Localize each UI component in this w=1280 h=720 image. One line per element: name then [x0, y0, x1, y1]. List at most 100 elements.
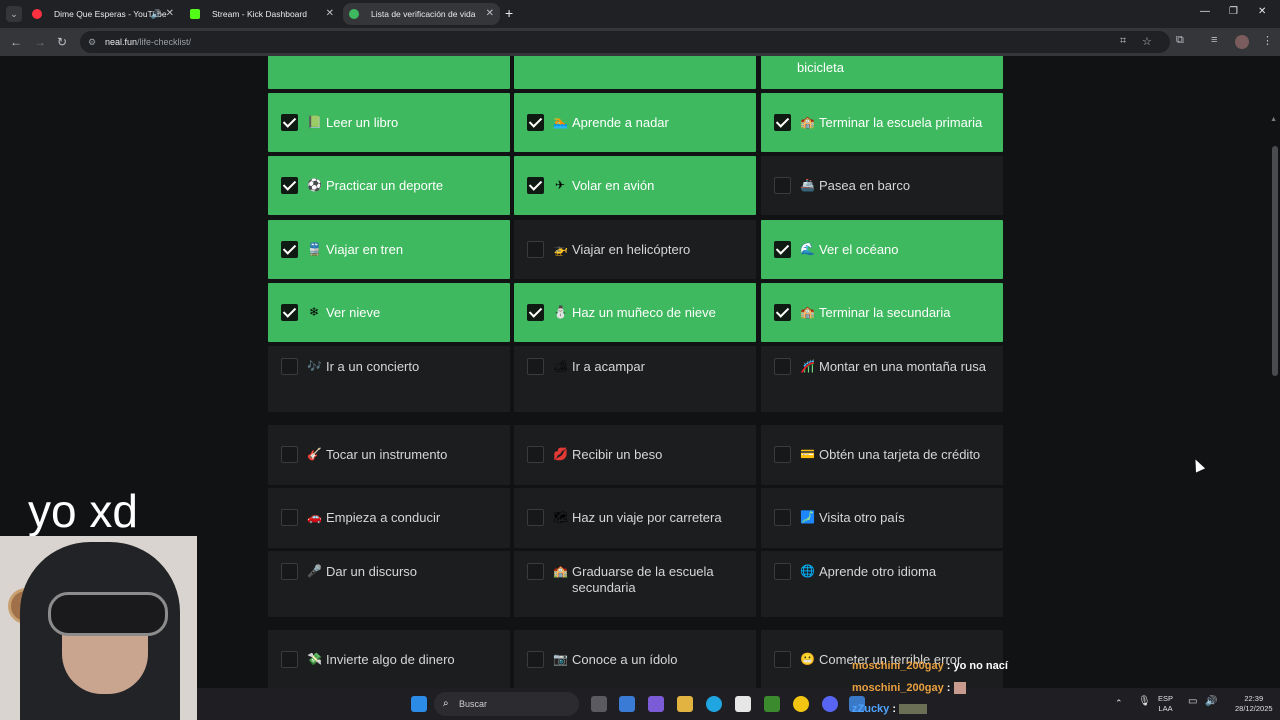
checklist-item[interactable]: 🎸 Tocar un instrumento — [268, 425, 510, 485]
clock[interactable]: 22:39 28/12/2025 — [1235, 694, 1273, 714]
language-indicator[interactable]: ESP LAA — [1158, 694, 1173, 714]
checkbox-checked[interactable] — [281, 114, 298, 131]
close-tab-icon[interactable]: ✕ — [166, 3, 174, 25]
checkbox[interactable] — [527, 358, 544, 375]
scrollbar-thumb[interactable] — [1272, 146, 1278, 376]
bookmark-star-icon[interactable]: ☆ — [1142, 35, 1152, 48]
checklist-item[interactable]: 🎢 Montar en una montaña rusa — [761, 346, 1003, 412]
checklist-item[interactable] — [268, 56, 510, 89]
translate-icon[interactable]: ⌗ — [1120, 35, 1126, 48]
media-control-icon[interactable]: ≡ — [1211, 34, 1217, 46]
task-view-icon[interactable] — [591, 696, 607, 712]
checkbox[interactable] — [774, 446, 791, 463]
checklist-item[interactable]: 🌐 Aprende otro idioma — [761, 551, 1003, 617]
checkbox[interactable] — [527, 651, 544, 668]
checkbox-checked[interactable] — [774, 241, 791, 258]
checkbox[interactable] — [527, 563, 544, 580]
checkbox[interactable] — [774, 563, 791, 580]
checklist-item[interactable]: ⛄ Haz un muñeco de nieve — [514, 283, 756, 342]
checkbox[interactable] — [281, 446, 298, 463]
checklist-item[interactable]: 🏊 Aprende a nadar — [514, 93, 756, 152]
restore-icon[interactable]: ❐ — [1229, 6, 1238, 17]
checklist-item[interactable]: 💋 Recibir un beso — [514, 425, 756, 485]
checklist-item[interactable]: 🏫 Terminar la escuela primaria — [761, 93, 1003, 152]
checklist-item[interactable]: 🏫 Terminar la secundaria — [761, 283, 1003, 342]
search-icon: ⌕ — [443, 698, 449, 709]
checkbox-checked[interactable] — [527, 304, 544, 321]
checklist-item[interactable]: 🚆 Viajar en tren — [268, 220, 510, 279]
close-window-icon[interactable]: ✕ — [1258, 6, 1266, 17]
checklist-item[interactable]: 🏕 Ir a acampar — [514, 346, 756, 412]
start-windows-icon[interactable] — [411, 696, 427, 712]
tray-chevron-icon[interactable]: ⌃ — [1115, 698, 1123, 708]
scroll-up-icon[interactable]: ▲ — [1270, 116, 1277, 123]
edge-icon[interactable] — [706, 696, 722, 712]
checklist-item[interactable]: bicicleta — [761, 56, 1003, 89]
back-icon[interactable]: ← — [10, 35, 22, 49]
checklist-item[interactable]: ✈ Volar en avión — [514, 156, 756, 215]
checkbox-checked[interactable] — [774, 114, 791, 131]
checklist-item[interactable]: 🚁 Viajar en helicóptero — [514, 220, 756, 279]
store-icon[interactable] — [735, 696, 751, 712]
extensions-icon[interactable]: ⧉ — [1176, 34, 1184, 47]
forward-icon[interactable]: → — [34, 35, 46, 49]
minecraft-icon[interactable] — [764, 696, 780, 712]
taskbar-search[interactable]: ⌕ Buscar — [434, 692, 579, 716]
tab-life-checklist[interactable]: Lista de verificación de vida ✕ — [343, 3, 500, 25]
reload-icon[interactable]: ↻ — [57, 35, 67, 49]
checkbox[interactable] — [281, 563, 298, 580]
tab-youtube[interactable]: Dime Que Esperas - YouTube 🔊 ✕ — [26, 3, 180, 25]
checkbox[interactable] — [527, 241, 544, 258]
checklist-item[interactable]: 🚗 Empieza a conducir — [268, 488, 510, 548]
checkbox[interactable] — [774, 177, 791, 194]
checklist-item[interactable]: 🏫 Graduarse de la escuela secundaria — [514, 551, 756, 617]
checklist-item[interactable]: ⚽ Practicar un deporte — [268, 156, 510, 215]
checkbox-checked[interactable] — [281, 241, 298, 258]
checklist-item[interactable]: 🎤 Dar un discurso — [268, 551, 510, 617]
checklist-item[interactable]: 🗺 Haz un viaje por carretera — [514, 488, 756, 548]
speaker-icon[interactable]: 🔊 — [151, 3, 162, 25]
close-tab-icon[interactable]: ✕ — [326, 3, 334, 25]
checklist-item[interactable]: 🗾 Visita otro país — [761, 488, 1003, 548]
tab-kick[interactable]: Stream - Kick Dashboard ✕ — [184, 3, 340, 25]
site-info-icon[interactable]: ⚙ — [88, 37, 98, 47]
checkbox-checked[interactable] — [281, 177, 298, 194]
checklist-item[interactable]: 📗 Leer un libro — [268, 93, 510, 152]
checkbox[interactable] — [774, 358, 791, 375]
checklist-item[interactable]: 🚢 Pasea en barco — [761, 156, 1003, 215]
new-tab-icon[interactable]: + — [505, 5, 513, 21]
checklist-item[interactable]: ❄ Ver nieve — [268, 283, 510, 342]
checkbox-checked[interactable] — [527, 177, 544, 194]
checkbox-checked[interactable] — [774, 304, 791, 321]
minimize-icon[interactable]: — — [1200, 6, 1210, 17]
close-tab-icon[interactable]: ✕ — [486, 3, 494, 25]
checkbox[interactable] — [281, 509, 298, 526]
teams-icon[interactable] — [648, 696, 664, 712]
checklist-item[interactable]: 🎶 Ir a un concierto — [268, 346, 510, 412]
checklist-item[interactable]: 📷 Conoce a un ídolo — [514, 630, 756, 688]
menu-kebab-icon[interactable]: ⋮ — [1262, 34, 1273, 47]
outlook-icon[interactable] — [619, 696, 635, 712]
checklist-item[interactable]: 🌊 Ver el océano — [761, 220, 1003, 279]
tab-search-icon[interactable]: ⌄ — [6, 6, 22, 22]
checkbox[interactable] — [774, 651, 791, 668]
checkbox-checked[interactable] — [281, 304, 298, 321]
volume-icon[interactable]: 🔊 — [1205, 697, 1217, 707]
checkbox[interactable] — [281, 651, 298, 668]
network-icon[interactable]: ▭ — [1188, 697, 1197, 707]
checkbox[interactable] — [281, 358, 298, 375]
discord-icon[interactable] — [822, 696, 838, 712]
checkbox[interactable] — [774, 509, 791, 526]
checkbox[interactable] — [527, 446, 544, 463]
address-bar[interactable]: ⚙ neal.fun/life-checklist/ ⌗ ☆ — [80, 31, 1170, 53]
microphone-icon[interactable]: 🎙 — [1138, 697, 1151, 707]
checkbox[interactable] — [527, 509, 544, 526]
checklist-item[interactable]: 💸 Invierte algo de dinero — [268, 630, 510, 688]
checklist-item[interactable] — [514, 56, 756, 89]
checklist-item[interactable]: 😬 Cometer un terrible error — [761, 630, 1003, 688]
checklist-item[interactable]: 💳 Obtén una tarjeta de crédito — [761, 425, 1003, 485]
chrome-icon[interactable] — [793, 696, 809, 712]
file-explorer-icon[interactable] — [677, 696, 693, 712]
profile-avatar[interactable] — [1235, 35, 1249, 49]
checkbox-checked[interactable] — [527, 114, 544, 131]
